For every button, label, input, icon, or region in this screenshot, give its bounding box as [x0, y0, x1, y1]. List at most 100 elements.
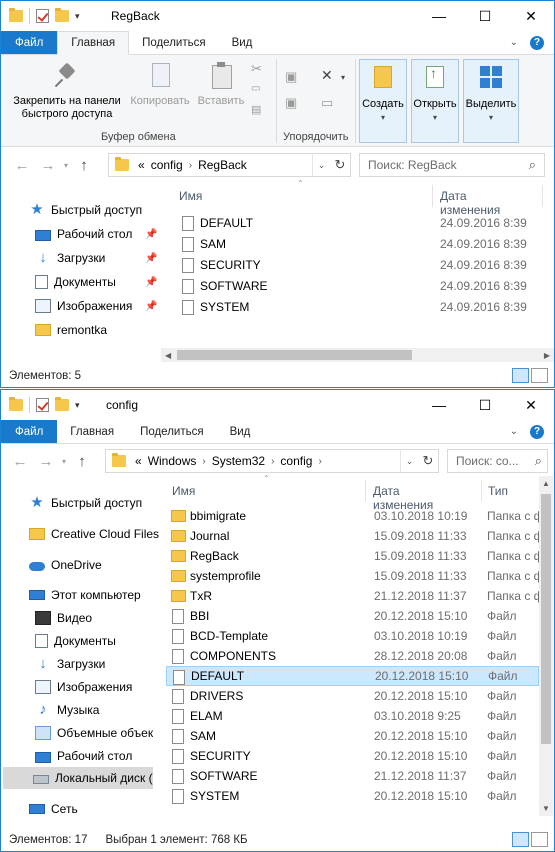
- nav-network[interactable]: Сеть: [29, 798, 78, 820]
- nav-creative-cloud[interactable]: Creative Cloud Files: [29, 523, 159, 545]
- close-button[interactable]: ✕: [508, 1, 554, 31]
- nav-video[interactable]: Видео: [35, 607, 92, 629]
- tab-view[interactable]: Вид: [219, 31, 266, 54]
- chevron-down-icon[interactable]: ⌄: [400, 450, 418, 472]
- breadcrumb-system32[interactable]: System32: [209, 454, 268, 468]
- forward-icon[interactable]: →: [37, 453, 55, 470]
- list-item-selected[interactable]: DEFAULT 20.12.2018 15:10 Файл: [166, 666, 539, 686]
- maximize-button[interactable]: ☐: [462, 1, 508, 31]
- list-item[interactable]: TxR 21.12.2018 11:37 Папка с файлами: [166, 586, 539, 606]
- pin-icon[interactable]: 📌: [145, 277, 157, 288]
- divider[interactable]: [365, 480, 366, 502]
- chevron-down-icon[interactable]: ⌄: [312, 154, 330, 176]
- breadcrumb-overflow[interactable]: «: [132, 454, 145, 468]
- nav-pictures[interactable]: Изображения 📌: [35, 295, 159, 317]
- minimize-button[interactable]: —: [416, 390, 462, 420]
- column-header-type[interactable]: Тип: [488, 484, 508, 498]
- column-header-name[interactable]: Имя: [179, 189, 202, 203]
- nav-documents[interactable]: Документы 📌: [35, 271, 159, 293]
- nav-downloads[interactable]: ↓ Загрузки 📌: [35, 247, 159, 269]
- list-item[interactable]: RegBack 15.09.2018 11:33 Папка с файлами: [166, 546, 539, 566]
- tab-file[interactable]: Файл: [1, 31, 58, 54]
- nav-documents[interactable]: Документы: [35, 630, 116, 652]
- open-button[interactable]: Открыть ▾: [411, 59, 459, 143]
- nav-remontka[interactable]: remontka: [35, 319, 107, 341]
- list-item[interactable]: SYSTEM 24.09.2016 8:39: [176, 297, 536, 317]
- list-item[interactable]: COMPONENTS 28.12.2018 20:08 Файл: [166, 646, 539, 666]
- scrollbar-thumb[interactable]: [541, 494, 551, 744]
- list-item[interactable]: systemprofile 15.09.2018 11:33 Папка с ф…: [166, 566, 539, 586]
- tab-home[interactable]: Главная: [57, 31, 130, 55]
- nav-desktop[interactable]: Рабочий стол: [35, 745, 132, 767]
- help-icon[interactable]: ?: [530, 424, 544, 439]
- expand-ribbon-icon[interactable]: ⌄: [510, 37, 518, 48]
- expand-ribbon-icon[interactable]: ⌄: [510, 426, 518, 437]
- customize-toolbar-icon[interactable]: ▾: [75, 11, 80, 22]
- cut-icon[interactable]: ✂: [251, 61, 262, 77]
- search-icon[interactable]: ⌕: [529, 157, 536, 173]
- list-item[interactable]: DRIVERS 20.12.2018 15:10 Файл: [166, 686, 539, 706]
- divider[interactable]: [481, 480, 482, 502]
- delete-icon[interactable]: ✕: [321, 67, 333, 84]
- recent-locations-icon[interactable]: ▾: [57, 161, 75, 170]
- list-item[interactable]: SOFTWARE 24.09.2016 8:39: [176, 276, 536, 296]
- horizontal-scrollbar[interactable]: ◀ ▶: [161, 348, 554, 362]
- breadcrumb-config[interactable]: config: [148, 158, 186, 172]
- pin-icon[interactable]: 📌: [145, 229, 157, 240]
- list-item[interactable]: bbimigrate 03.10.2018 10:19 Папка с файл…: [166, 506, 539, 526]
- nav-desktop[interactable]: Рабочий стол 📌: [35, 223, 159, 245]
- nav-local-disk[interactable]: Локальный диск (C:): [3, 767, 153, 789]
- list-item[interactable]: BBI 20.12.2018 15:10 Файл: [166, 606, 539, 626]
- maximize-button[interactable]: ☐: [462, 390, 508, 420]
- nav-this-pc[interactable]: Этот компьютер: [29, 584, 141, 606]
- breadcrumb-overflow[interactable]: «: [135, 158, 148, 172]
- tab-home[interactable]: Главная: [57, 420, 127, 443]
- customize-toolbar-icon[interactable]: ▾: [75, 400, 80, 411]
- up-icon[interactable]: ↑: [75, 157, 93, 174]
- nav-onedrive[interactable]: OneDrive: [29, 554, 102, 576]
- search-input[interactable]: Поиск: RegBack ⌕: [359, 153, 545, 177]
- refresh-icon[interactable]: ↻: [330, 157, 350, 173]
- nav-quick-access[interactable]: ★ Быстрый доступ: [29, 492, 142, 514]
- search-input[interactable]: Поиск: co... ⌕: [447, 449, 548, 473]
- list-item[interactable]: SYSTEM 20.12.2018 15:10 Файл: [166, 786, 539, 806]
- up-icon[interactable]: ↑: [73, 453, 91, 470]
- address-bar[interactable]: « config › RegBack ⌄ ↻: [108, 153, 351, 177]
- help-icon[interactable]: ?: [530, 35, 544, 50]
- scrollbar-thumb[interactable]: [177, 350, 412, 360]
- scroll-up-icon[interactable]: ▲: [542, 479, 550, 488]
- recent-locations-icon[interactable]: ▾: [55, 457, 73, 466]
- new-folder-icon[interactable]: [55, 8, 69, 22]
- large-icons-view-icon[interactable]: [531, 832, 548, 847]
- copy-button[interactable]: Копировать: [127, 61, 193, 108]
- paste-shortcut-icon[interactable]: ▤: [251, 103, 261, 116]
- chevron-right-icon[interactable]: ›: [199, 456, 208, 467]
- nav-3d-objects[interactable]: Объемные объекты: [35, 722, 153, 744]
- details-view-icon[interactable]: [512, 832, 529, 847]
- select-button[interactable]: Выделить ▾: [463, 59, 519, 143]
- list-item[interactable]: ELAM 03.10.2018 9:25 Файл: [166, 706, 539, 726]
- minimize-button[interactable]: —: [416, 1, 462, 31]
- properties-icon[interactable]: [36, 9, 49, 23]
- details-view-icon[interactable]: [512, 368, 529, 383]
- list-item[interactable]: SAM 20.12.2018 15:10 Файл: [166, 726, 539, 746]
- pin-quick-access-button[interactable]: Закрепить на панели быстрого доступа: [7, 61, 127, 121]
- list-item[interactable]: BCD-Template 03.10.2018 10:19 Файл: [166, 626, 539, 646]
- list-item[interactable]: Journal 15.09.2018 11:33 Папка с файлами: [166, 526, 539, 546]
- properties-icon[interactable]: [36, 398, 49, 412]
- breadcrumb-windows[interactable]: Windows: [145, 454, 200, 468]
- list-item[interactable]: SOFTWARE 21.12.2018 11:37 Файл: [166, 766, 539, 786]
- tab-file[interactable]: Файл: [1, 420, 58, 443]
- chevron-right-icon[interactable]: ›: [268, 456, 277, 467]
- new-folder-button[interactable]: Создать ▾: [359, 59, 407, 143]
- large-icons-view-icon[interactable]: [531, 368, 548, 383]
- vertical-scrollbar[interactable]: ▲ ▼: [539, 476, 553, 816]
- close-button[interactable]: ✕: [508, 390, 554, 420]
- nav-music[interactable]: ♪ Музыка: [35, 699, 99, 721]
- nav-quick-access[interactable]: ★ Быстрый доступ: [29, 199, 142, 221]
- chevron-right-icon[interactable]: ›: [315, 456, 324, 467]
- search-icon[interactable]: ⌕: [535, 453, 542, 469]
- copy-to-icon[interactable]: ▣: [285, 95, 297, 111]
- column-header-name[interactable]: Имя: [172, 484, 195, 498]
- paste-button[interactable]: Вставить: [195, 61, 247, 108]
